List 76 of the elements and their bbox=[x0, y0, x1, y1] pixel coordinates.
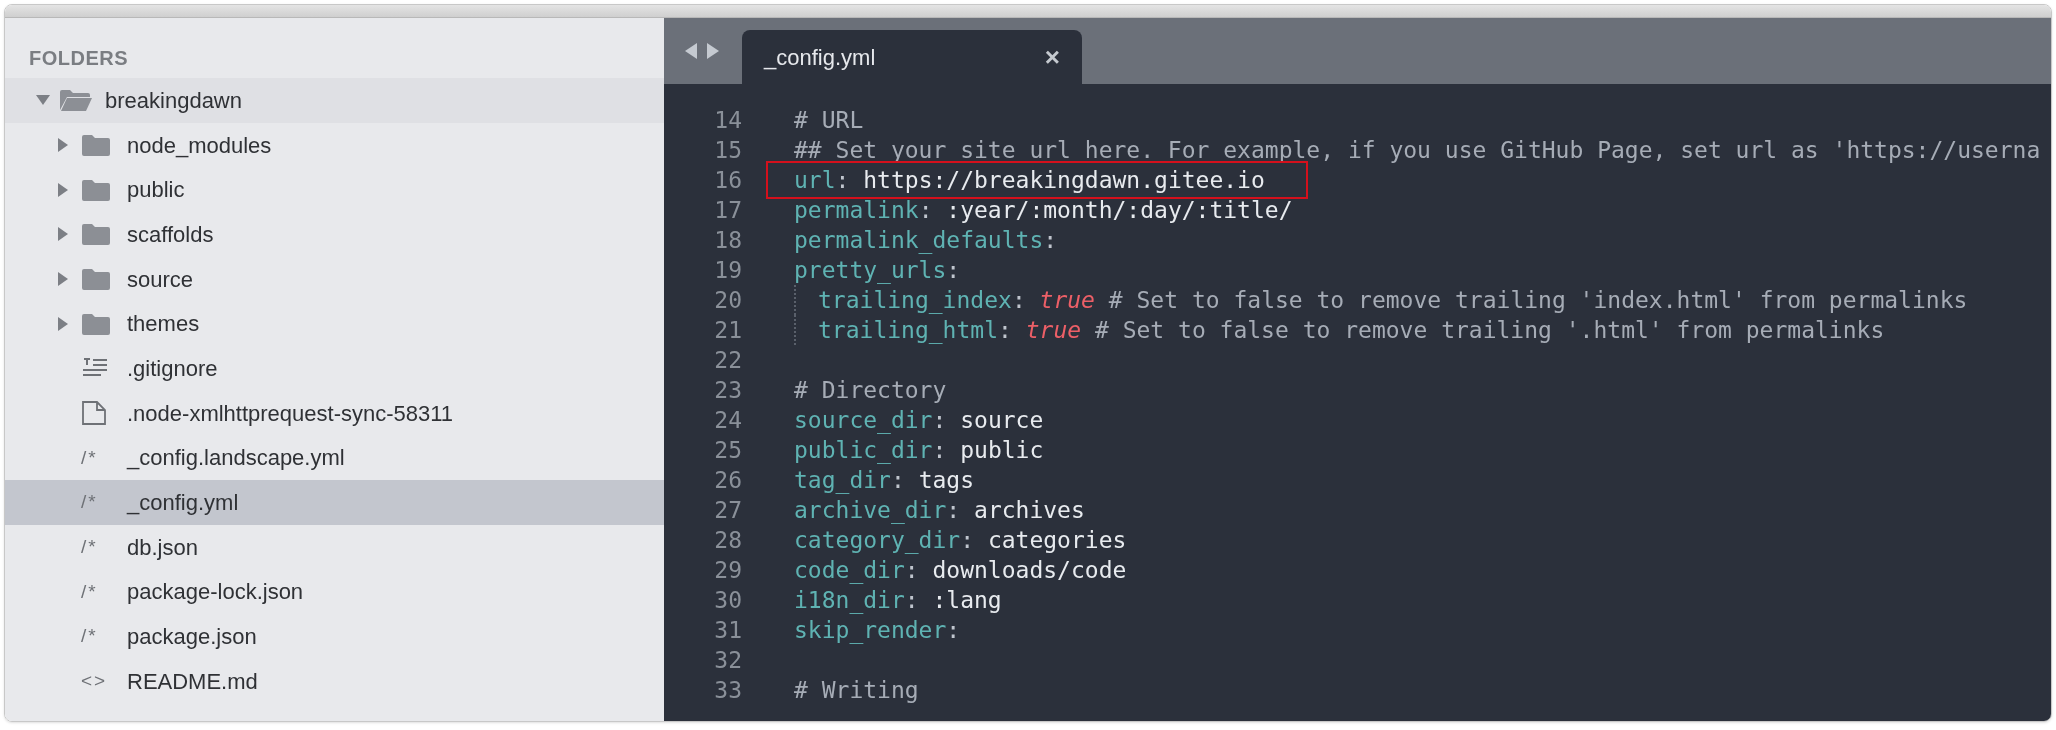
disclosure-triangle-icon[interactable] bbox=[57, 226, 69, 243]
code-line: permalink_defaults: bbox=[794, 226, 1058, 255]
code-line: pretty_urls: bbox=[794, 256, 961, 285]
line-number: 23 bbox=[713, 376, 742, 405]
disclosure-triangle-icon[interactable] bbox=[57, 181, 69, 198]
forward-arrow-icon[interactable] bbox=[706, 42, 720, 60]
line-number: 33 bbox=[713, 676, 742, 705]
line-number: 29 bbox=[713, 556, 742, 585]
code-line: code_dir: downloads/code bbox=[794, 556, 1127, 585]
file-type-glyph: <> bbox=[81, 669, 108, 694]
open-folder-icon bbox=[59, 88, 93, 113]
file-type-glyph: /* bbox=[81, 624, 98, 649]
line-number: 24 bbox=[713, 406, 742, 435]
line-number: 31 bbox=[713, 616, 742, 645]
disclosure-triangle-icon[interactable] bbox=[57, 137, 69, 154]
tree-item[interactable]: /* _config.landscape.yml bbox=[5, 435, 664, 481]
code-line: trailing_html: true # Set to false to remove trailing '.html' from permalinks bbox=[818, 316, 1885, 345]
line-number: 32 bbox=[713, 646, 742, 675]
line-number: 15 bbox=[713, 136, 742, 165]
disclosure-triangle-icon[interactable] bbox=[57, 271, 69, 288]
code-line: source_dir: source bbox=[794, 406, 1044, 435]
folder-icon bbox=[81, 267, 111, 292]
code-line: # Writing bbox=[794, 676, 919, 705]
code-line: ## Set your site url here. For example, if you use GitHub Page, set url as 'https://userna bbox=[794, 136, 2041, 165]
line-number: 27 bbox=[713, 496, 742, 525]
code-line: trailing_index: true # Set to false to remove trailing 'index.html' from permalinks bbox=[818, 286, 1968, 315]
tree-item[interactable]: /* _config.yml bbox=[5, 480, 664, 525]
code-line: category_dir: categories bbox=[794, 526, 1127, 555]
line-number: 22 bbox=[713, 346, 742, 375]
file-type-glyph: /* bbox=[81, 445, 98, 470]
folder-icon bbox=[81, 133, 111, 158]
tree-item[interactable]: /* package-lock.json bbox=[5, 569, 664, 615]
tree-item[interactable]: themes bbox=[5, 301, 664, 347]
code-line: # Directory bbox=[794, 376, 947, 405]
folder-icon bbox=[81, 311, 111, 336]
tree-item[interactable]: /* db.json bbox=[5, 524, 664, 570]
tree-item[interactable]: breakingdawn bbox=[5, 78, 664, 123]
file-type-glyph: /* bbox=[81, 490, 98, 515]
folder-icon bbox=[81, 177, 111, 202]
line-number: 26 bbox=[713, 466, 742, 495]
code-line: url: https://breakingdawn.gitee.io bbox=[794, 166, 1265, 195]
sidebar-heading: FOLDERS bbox=[28, 46, 130, 71]
line-number: 17 bbox=[713, 196, 742, 225]
code-line: skip_render: bbox=[794, 616, 961, 645]
line-number: 16 bbox=[713, 166, 742, 195]
tree-item[interactable]: public bbox=[5, 167, 664, 213]
editor-tab[interactable]: _config.yml × bbox=[742, 30, 1082, 84]
tree-item[interactable]: <> README.md bbox=[5, 658, 664, 704]
close-tab-button[interactable]: × bbox=[1044, 44, 1060, 70]
code-line: permalink: :year/:month/:day/:title/ bbox=[794, 196, 1293, 225]
line-number: 30 bbox=[713, 586, 742, 615]
code-line: archive_dir: archives bbox=[794, 496, 1085, 525]
disclosure-triangle-icon[interactable] bbox=[57, 315, 69, 332]
line-number: 21 bbox=[713, 316, 742, 345]
code-line: tag_dir: tags bbox=[794, 466, 975, 495]
line-number: 28 bbox=[713, 526, 742, 555]
tree-item[interactable]: scaffolds bbox=[5, 212, 664, 257]
disclosure-triangle-icon[interactable] bbox=[35, 94, 51, 107]
line-number: 19 bbox=[713, 256, 742, 285]
code-line: i18n_dir: :lang bbox=[794, 586, 1002, 615]
file-type-glyph: /* bbox=[81, 534, 98, 559]
folder-icon bbox=[81, 222, 111, 247]
code-line: # URL bbox=[794, 106, 864, 135]
file-type-glyph: /* bbox=[81, 579, 98, 604]
file-icon bbox=[81, 400, 107, 427]
tree-item[interactable]: .gitignore bbox=[5, 346, 664, 391]
line-number: 14 bbox=[713, 106, 742, 135]
tree-item[interactable]: /* package.json bbox=[5, 614, 664, 659]
tree-item[interactable]: source bbox=[5, 256, 664, 302]
line-number: 25 bbox=[713, 436, 742, 465]
tree-item[interactable]: .node-xmlhttprequest-sync-58311 bbox=[5, 390, 664, 436]
tree-item[interactable]: node_modules bbox=[5, 122, 664, 168]
back-arrow-icon[interactable] bbox=[684, 42, 698, 60]
line-number: 18 bbox=[713, 226, 742, 255]
line-number: 20 bbox=[713, 286, 742, 315]
code-line: public_dir: public bbox=[794, 436, 1044, 465]
